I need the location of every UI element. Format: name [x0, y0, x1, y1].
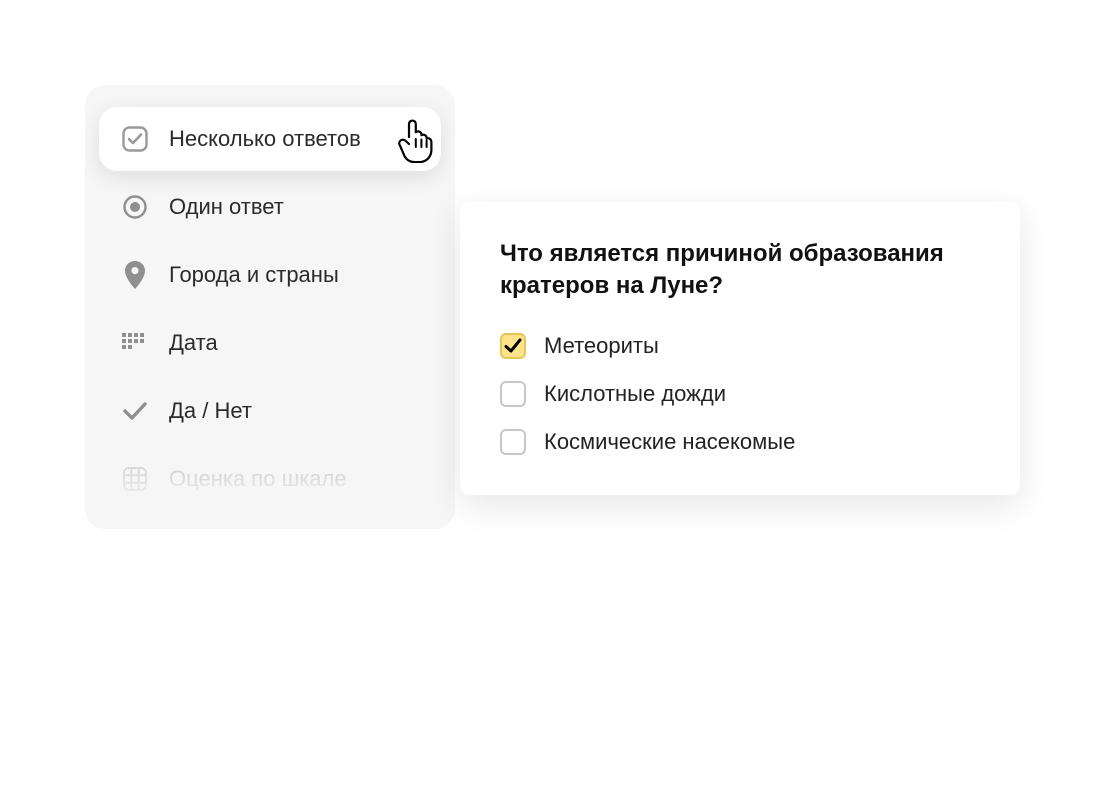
checkbox-checked-icon: [500, 333, 526, 359]
cursor-pointer-icon: [395, 115, 435, 163]
type-item-date[interactable]: Дата: [99, 311, 441, 375]
question-preview-card: Что является причиной образования кратер…: [460, 202, 1020, 495]
answer-label: Кислотные дожди: [544, 381, 726, 407]
type-item-scale[interactable]: Оценка по шкале: [99, 447, 441, 511]
date-grid-icon: [121, 329, 149, 357]
answer-label: Космические насекомые: [544, 429, 795, 455]
type-item-geo[interactable]: Города и страны: [99, 243, 441, 307]
checkbox-unchecked-icon: [500, 429, 526, 455]
type-item-label: Несколько ответов: [169, 126, 361, 152]
question-type-panel: Несколько ответов Один ответ: [85, 85, 455, 529]
checkbox-icon: [121, 125, 149, 153]
type-item-label: Города и страны: [169, 262, 339, 288]
location-pin-icon: [121, 261, 149, 289]
type-item-yesno[interactable]: Да / Нет: [99, 379, 441, 443]
type-item-label: Да / Нет: [169, 398, 252, 424]
type-item-label: Дата: [169, 330, 218, 356]
preview-question-text: Что является причиной образования кратер…: [500, 238, 980, 303]
checkmark-icon: [121, 397, 149, 425]
type-item-single[interactable]: Один ответ: [99, 175, 441, 239]
answer-label: Метеориты: [544, 333, 659, 359]
answer-option-1[interactable]: Кислотные дожди: [500, 381, 980, 407]
type-item-label: Оценка по шкале: [169, 466, 347, 492]
grid-icon: [121, 465, 149, 493]
radio-icon: [121, 193, 149, 221]
answer-option-0[interactable]: Метеориты: [500, 333, 980, 359]
checkbox-unchecked-icon: [500, 381, 526, 407]
answer-option-2[interactable]: Космические насекомые: [500, 429, 980, 455]
type-item-multiple[interactable]: Несколько ответов: [99, 107, 441, 171]
type-item-label: Один ответ: [169, 194, 284, 220]
